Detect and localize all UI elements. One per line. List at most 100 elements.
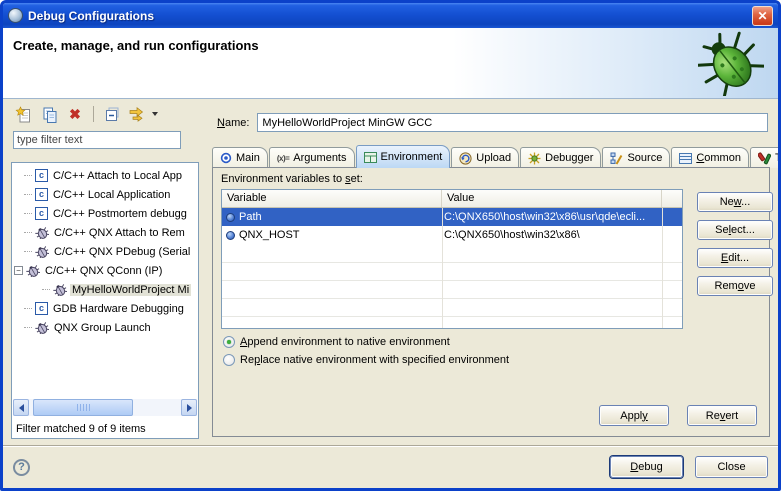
source-tree-icon bbox=[610, 152, 623, 165]
remove-variable-button[interactable]: Remove bbox=[697, 276, 773, 296]
close-icon: ✕ bbox=[757, 9, 767, 23]
tab-debugger[interactable]: Debugger bbox=[520, 147, 601, 168]
tree-item-label: C/C++ Local Application bbox=[51, 189, 172, 201]
tree-item-qnx-attach[interactable]: C/C++ QNX Attach to Rem bbox=[12, 223, 197, 242]
duplicate-icon bbox=[41, 106, 58, 123]
close-button[interactable]: Close bbox=[695, 456, 768, 478]
column-header-variable[interactable]: Variable bbox=[222, 190, 442, 207]
new-document-icon bbox=[15, 106, 32, 123]
collapse-all-button[interactable] bbox=[102, 104, 122, 124]
filter-status: Filter matched 9 of 9 items bbox=[16, 423, 146, 435]
name-input[interactable] bbox=[257, 113, 768, 132]
configuration-detail-panel: Name: Main (x)= Arguments Environment bbox=[210, 100, 770, 445]
tree-item-gdb-hardware[interactable]: cGDB Hardware Debugging bbox=[12, 299, 197, 318]
environment-table-icon bbox=[364, 152, 377, 163]
tab-environment[interactable]: Environment bbox=[356, 145, 451, 168]
tree-item-label: C/C++ QNX QConn (IP) bbox=[43, 265, 164, 277]
new-configuration-button[interactable] bbox=[13, 104, 33, 124]
variable-icon bbox=[226, 213, 235, 222]
variable-icon bbox=[226, 231, 235, 240]
target-icon bbox=[220, 152, 232, 164]
tab-label: Source bbox=[627, 152, 662, 164]
scrollbar-track[interactable] bbox=[29, 399, 181, 416]
tree-item-qnx-group-launch[interactable]: QNX Group Launch bbox=[12, 318, 197, 337]
env-vars-label: Environment variables to set: bbox=[221, 173, 363, 185]
tree-item-qnx-qconn[interactable]: − C/C++ QNX QConn (IP) bbox=[12, 261, 197, 280]
debug-button[interactable]: Debug bbox=[610, 456, 683, 478]
c-application-icon: c bbox=[35, 207, 48, 220]
environment-mode-radios: Append environment to native environment… bbox=[223, 336, 509, 366]
tools-icon bbox=[758, 152, 771, 165]
variable-value: C:\QNX650\host\win32\x86\ bbox=[442, 229, 682, 241]
filter-dropdown-arrow-icon[interactable] bbox=[152, 112, 158, 116]
select-variable-button[interactable]: Select... bbox=[697, 220, 773, 240]
tab-label: Debugger bbox=[545, 152, 593, 164]
c-application-icon: c bbox=[35, 302, 48, 315]
table-header: Variable Value bbox=[222, 190, 682, 208]
revert-button[interactable]: Revert bbox=[687, 405, 757, 426]
scroll-right-arrow[interactable] bbox=[181, 399, 197, 416]
help-button[interactable]: ? bbox=[13, 459, 30, 476]
toolbar-separator bbox=[93, 106, 94, 122]
tree-item-local-application[interactable]: cC/C++ Local Application bbox=[12, 185, 197, 204]
table-row-qnx-host[interactable]: QNX_HOST C:\QNX650\host\win32\x86\ bbox=[222, 226, 682, 244]
edit-variable-button[interactable]: Edit... bbox=[697, 248, 773, 268]
apply-revert-row: Apply Revert bbox=[599, 405, 757, 426]
configurations-panel: ✖ cC/C++ Attach to Local App cC/C++ Loca… bbox=[11, 102, 199, 439]
button-bar: ? Debug Close bbox=[3, 445, 778, 488]
configurations-tree: cC/C++ Attach to Local App cC/C++ Local … bbox=[12, 166, 197, 396]
configurations-tree-box: cC/C++ Attach to Local App cC/C++ Local … bbox=[11, 162, 199, 439]
tab-label: Common bbox=[696, 152, 741, 164]
tab-upload[interactable]: Upload bbox=[451, 147, 519, 168]
filter-input[interactable] bbox=[13, 131, 181, 149]
tree-item-myhelloworldproject[interactable]: MyHelloWorldProject Mi bbox=[12, 280, 197, 299]
tree-item-attach-local[interactable]: cC/C++ Attach to Local App bbox=[12, 166, 197, 185]
bug-icon bbox=[35, 226, 49, 239]
replace-environment-radio[interactable]: Replace native environment with specifie… bbox=[223, 354, 509, 366]
scrollbar-thumb[interactable] bbox=[33, 399, 133, 416]
upload-icon bbox=[459, 152, 472, 165]
dialog-heading: Create, manage, and run configurations bbox=[13, 38, 259, 53]
scroll-left-arrow[interactable] bbox=[13, 399, 29, 416]
filter-configurations-button[interactable] bbox=[128, 104, 148, 124]
tab-common[interactable]: Common bbox=[671, 147, 749, 168]
environment-tab-panel: Environment variables to set: Variable V… bbox=[212, 167, 770, 437]
title-bar[interactable]: Debug Configurations ✕ bbox=[3, 3, 778, 28]
new-variable-button[interactable]: New... bbox=[697, 192, 773, 212]
bug-icon bbox=[35, 321, 49, 334]
tree-item-label: GDB Hardware Debugging bbox=[51, 303, 186, 315]
delete-configuration-button[interactable]: ✖ bbox=[65, 104, 85, 124]
header-banner: Create, manage, and run configurations bbox=[3, 28, 778, 99]
variable-action-buttons: New... Select... Edit... Remove bbox=[697, 192, 773, 296]
variable-name: QNX_HOST bbox=[239, 229, 300, 241]
tab-arguments[interactable]: (x)= Arguments bbox=[269, 147, 355, 168]
radio-unselected-icon bbox=[223, 354, 235, 366]
window-title: Debug Configurations bbox=[28, 9, 752, 23]
tree-item-label: C/C++ QNX PDebug (Serial bbox=[52, 246, 192, 258]
tree-item-label: QNX Group Launch bbox=[52, 322, 153, 334]
tree-item-label: MyHelloWorldProject Mi bbox=[70, 284, 191, 296]
tab-main[interactable]: Main bbox=[212, 147, 268, 168]
tree-item-label: C/C++ Postmortem debugg bbox=[51, 208, 189, 220]
table-row-path[interactable]: Path C:\QNX650\host\win32\x86\usr\qde\ec… bbox=[222, 208, 682, 226]
configurations-toolbar: ✖ bbox=[11, 102, 199, 126]
horizontal-scrollbar[interactable] bbox=[13, 399, 197, 416]
radio-label: Replace native environment with specifie… bbox=[240, 354, 509, 366]
duplicate-configuration-button[interactable] bbox=[39, 104, 59, 124]
table-empty-area bbox=[222, 245, 682, 328]
tree-item-qnx-pdebug[interactable]: C/C++ QNX PDebug (Serial bbox=[12, 242, 197, 261]
tab-tools[interactable]: Tools bbox=[750, 147, 781, 168]
tab-label: Arguments bbox=[293, 152, 346, 164]
debug-configurations-dialog: Debug Configurations ✕ Create, manage, a… bbox=[0, 0, 781, 491]
tab-source[interactable]: Source bbox=[602, 147, 670, 168]
app-icon bbox=[8, 8, 23, 23]
append-environment-radio[interactable]: Append environment to native environment bbox=[223, 336, 509, 348]
arguments-icon: (x)= bbox=[277, 154, 289, 163]
collapse-expander-icon[interactable]: − bbox=[14, 266, 23, 275]
column-header-value[interactable]: Value bbox=[442, 190, 662, 207]
apply-button[interactable]: Apply bbox=[599, 405, 669, 426]
variable-name: Path bbox=[239, 211, 262, 223]
tree-item-postmortem[interactable]: cC/C++ Postmortem debugg bbox=[12, 204, 197, 223]
close-window-button[interactable]: ✕ bbox=[752, 6, 773, 26]
dialog-content: ✖ cC/C++ Attach to Local App cC/C++ Loca… bbox=[3, 100, 778, 445]
